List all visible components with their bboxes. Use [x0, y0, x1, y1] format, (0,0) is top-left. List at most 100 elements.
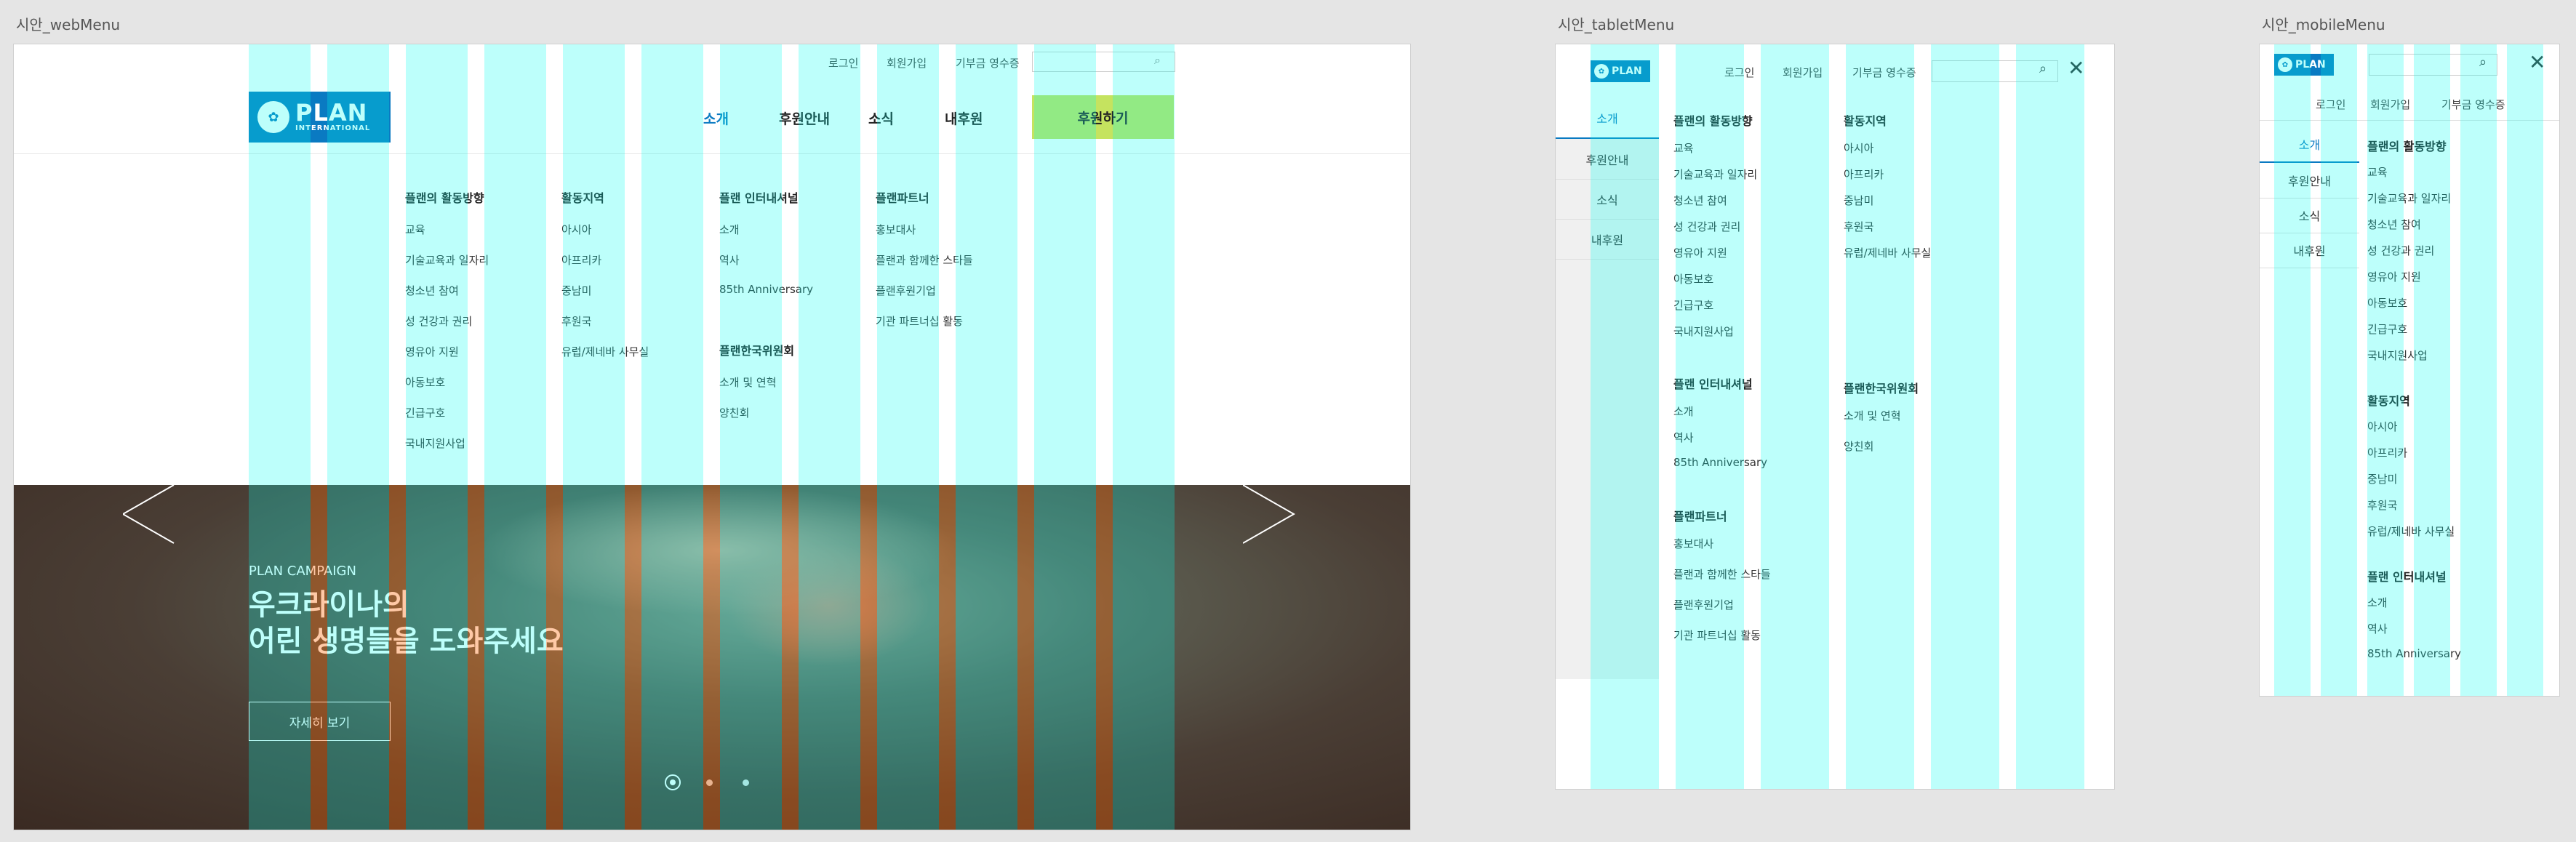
menu-item[interactable]: 교육 — [2367, 164, 2461, 191]
menu-heading[interactable]: 플랜의 활동방향 — [2367, 137, 2461, 154]
menu-item[interactable]: 긴급구호 — [1673, 297, 1771, 324]
menu-item[interactable]: 영유아 지원 — [2367, 269, 2461, 295]
side-item-about[interactable]: 소개 — [2260, 127, 2359, 163]
menu-item[interactable]: 영유아 지원 — [405, 344, 489, 374]
menu-item[interactable]: 후원국 — [2367, 497, 2461, 524]
menu-item[interactable]: 역사 — [2367, 621, 2461, 647]
menu-item[interactable]: 아시아 — [2367, 419, 2461, 445]
menu-item[interactable]: 아프리카 — [2367, 445, 2461, 471]
menu-item[interactable]: 긴급구호 — [405, 405, 489, 436]
menu-item[interactable]: 플랜과 함께한 스타들 — [1673, 566, 1771, 597]
menu-item[interactable]: 아시아 — [1844, 140, 1931, 167]
side-item-sponsor[interactable]: 후원안내 — [2260, 163, 2359, 199]
join-link[interactable]: 회원가입 — [2370, 97, 2410, 112]
gnb-sponsor[interactable]: 후원안내 — [779, 108, 830, 128]
side-item-about[interactable]: 소개 — [1556, 97, 1659, 139]
menu-heading[interactable]: 플랜 인터내셔널 — [1673, 374, 1771, 392]
slide-dot[interactable] — [743, 779, 749, 786]
menu-item[interactable]: 청소년 참여 — [2367, 217, 2461, 243]
menu-item[interactable]: 성 건강과 권리 — [405, 313, 489, 344]
login-link[interactable]: 로그인 — [2316, 97, 2345, 112]
menu-item[interactable]: 아시아 — [561, 222, 649, 252]
join-link[interactable]: 회원가입 — [887, 55, 927, 71]
menu-item[interactable]: 국내지원사업 — [1673, 324, 1771, 350]
side-item-news[interactable]: 소식 — [1556, 179, 1659, 220]
menu-item[interactable]: 85th Anniversary — [2367, 647, 2461, 673]
login-link[interactable]: 로그인 — [828, 55, 858, 71]
donate-button[interactable]: 후원하기 — [1032, 95, 1174, 139]
side-item-my[interactable]: 내후원 — [1556, 219, 1659, 260]
slide-dot-active[interactable] — [665, 774, 681, 790]
slide-dot[interactable] — [706, 779, 713, 786]
menu-heading[interactable]: 플랜한국위원회 — [719, 341, 813, 358]
receipt-link[interactable]: 기부금 영수증 — [2441, 97, 2505, 112]
menu-heading[interactable]: 플랜의 활동방향 — [405, 188, 489, 206]
logo[interactable]: ✿ PLAN — [1591, 60, 1650, 82]
search-icon[interactable]: ⌕ — [2039, 61, 2047, 76]
menu-item[interactable]: 유럽/제네바 사무실 — [2367, 524, 2461, 550]
menu-item[interactable]: 유럽/제네바 사무실 — [561, 344, 649, 374]
menu-item[interactable]: 성 건강과 권리 — [2367, 243, 2461, 269]
menu-item[interactable]: 기관 파트너십 활동 — [876, 313, 973, 344]
search-input[interactable] — [2369, 54, 2497, 76]
search-icon[interactable]: ⌕ — [2479, 55, 2487, 70]
menu-heading[interactable]: 플랜파트너 — [1673, 507, 1771, 524]
join-link[interactable]: 회원가입 — [1783, 65, 1823, 80]
login-link[interactable]: 로그인 — [1724, 65, 1754, 80]
side-item-my[interactable]: 내후원 — [2260, 233, 2359, 268]
menu-item[interactable]: 아동보호 — [2367, 295, 2461, 321]
menu-heading[interactable]: 활동지역 — [1844, 111, 1931, 129]
menu-item[interactable]: 중남미 — [1844, 193, 1931, 219]
menu-item[interactable]: 후원국 — [1844, 219, 1931, 245]
menu-item[interactable]: 영유아 지원 — [1673, 245, 1771, 271]
search-icon[interactable]: ⌕ — [1154, 53, 1161, 68]
menu-item[interactable]: 기술교육과 일자리 — [1673, 167, 1771, 193]
menu-item[interactable]: 후원국 — [561, 313, 649, 344]
gnb-news[interactable]: 소식 — [868, 108, 894, 128]
menu-item[interactable]: 85th Anniversary — [719, 283, 813, 313]
logo[interactable]: ✿ PLAN INTERNATIONAL — [249, 92, 391, 143]
gnb-about[interactable]: 소개 — [703, 108, 729, 128]
menu-item[interactable]: 기술교육과 일자리 — [405, 252, 489, 283]
menu-item[interactable]: 국내지원사업 — [405, 436, 489, 466]
gnb-my[interactable]: 내후원 — [945, 108, 983, 128]
menu-heading[interactable]: 플랜한국위원회 — [1844, 379, 1931, 396]
menu-item[interactable]: 소개 — [719, 222, 813, 252]
close-icon[interactable]: ✕ — [2529, 52, 2545, 73]
menu-item[interactable]: 소개 — [2367, 595, 2461, 621]
receipt-link[interactable]: 기부금 영수증 — [956, 55, 1020, 71]
menu-item[interactable]: 홍보대사 — [876, 222, 973, 252]
menu-item[interactable]: 플랜후원기업 — [1673, 597, 1771, 628]
menu-item[interactable]: 플랜후원기업 — [876, 283, 973, 313]
menu-item[interactable]: 긴급구호 — [2367, 321, 2461, 348]
menu-item[interactable]: 교육 — [1673, 140, 1771, 167]
menu-heading[interactable]: 활동지역 — [561, 188, 649, 206]
prev-arrow-icon[interactable] — [123, 485, 188, 550]
menu-heading[interactable]: 플랜의 활동방향 — [1673, 111, 1771, 129]
menu-item[interactable]: 아동보호 — [405, 374, 489, 405]
menu-item[interactable]: 성 건강과 권리 — [1673, 219, 1771, 245]
next-arrow-icon[interactable] — [1243, 485, 1308, 550]
close-icon[interactable]: ✕ — [2068, 57, 2084, 79]
menu-item[interactable]: 아프리카 — [561, 252, 649, 283]
menu-item[interactable]: 청소년 참여 — [405, 283, 489, 313]
menu-item[interactable]: 홍보대사 — [1673, 536, 1771, 566]
menu-item[interactable]: 역사 — [1673, 430, 1771, 456]
menu-heading[interactable]: 활동지역 — [2367, 391, 2461, 409]
menu-item[interactable]: 아동보호 — [1673, 271, 1771, 297]
receipt-link[interactable]: 기부금 영수증 — [1852, 65, 1916, 80]
menu-item[interactable]: 유럽/제네바 사무실 — [1844, 245, 1931, 271]
menu-item[interactable]: 소개 및 연혁 — [719, 374, 813, 405]
side-item-news[interactable]: 소식 — [2260, 198, 2359, 233]
menu-item[interactable]: 85th Anniversary — [1673, 456, 1771, 482]
menu-item[interactable]: 중남미 — [2367, 471, 2461, 497]
menu-item[interactable]: 소개 — [1673, 404, 1771, 430]
side-item-sponsor[interactable]: 후원안내 — [1556, 139, 1659, 180]
more-button[interactable]: 자세히 보기 — [249, 702, 391, 741]
menu-item[interactable]: 소개 및 연혁 — [1844, 408, 1931, 438]
menu-item[interactable]: 교육 — [405, 222, 489, 252]
menu-heading[interactable]: 플랜 인터내셔널 — [2367, 567, 2461, 585]
menu-item[interactable]: 역사 — [719, 252, 813, 283]
menu-item[interactable]: 청소년 참여 — [1673, 193, 1771, 219]
menu-item[interactable]: 아프리카 — [1844, 167, 1931, 193]
